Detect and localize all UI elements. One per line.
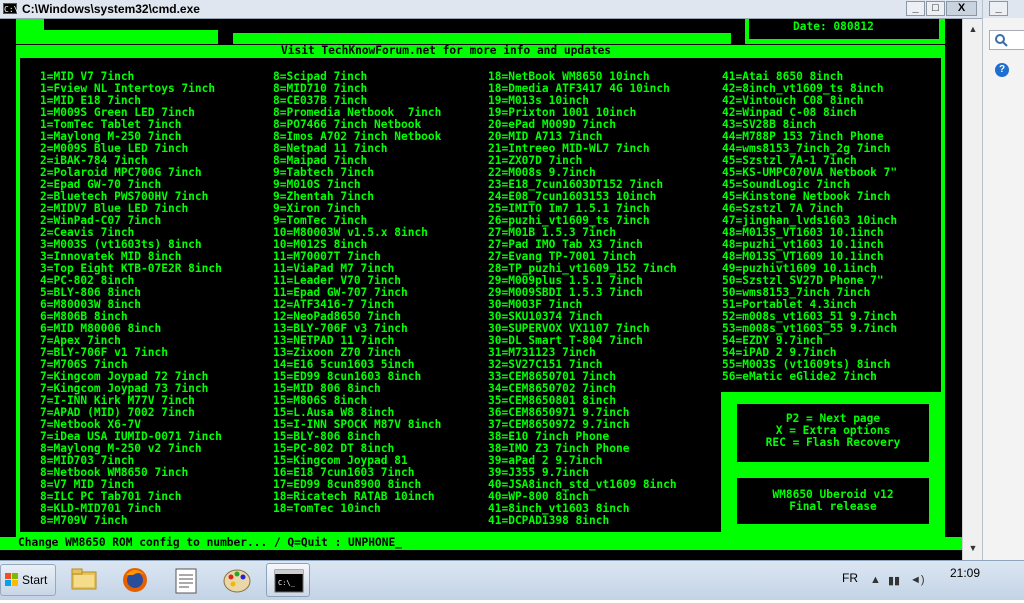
network-icon[interactable]: ▮▮ xyxy=(888,574,900,587)
device-list-box: 1=MID V7 7inch 1=Fview NL Intertoys 7inch… xyxy=(16,56,945,537)
tray-expand-icon[interactable]: ▲ xyxy=(870,574,881,586)
windows-logo-icon xyxy=(5,573,19,587)
notepad-icon xyxy=(175,568,197,594)
taskbar: Start C:\_ FR ▲ ▮▮ ◄) 21:09 xyxy=(0,560,1024,600)
volume-icon[interactable]: ◄) xyxy=(910,574,925,586)
device-entry: 56=eMatic eGlide2 7inch xyxy=(722,370,877,383)
date-box: Date: 080812 xyxy=(745,19,945,44)
clock[interactable]: 21:09 xyxy=(950,566,980,580)
device-entry: 18=TomTec 10inch xyxy=(273,502,381,515)
folder-icon xyxy=(71,568,97,590)
device-entry: 8=M709V 7inch xyxy=(40,514,128,527)
search-icon xyxy=(995,34,1008,47)
cmd-taskbar-icon: C:\_ xyxy=(274,569,304,593)
console-screen[interactable]: Date: 080812 Visit TechKnowForum.net for… xyxy=(0,19,962,560)
taskbar-notepad[interactable] xyxy=(164,563,208,597)
device-entry: 41=DCPAD1398 8inch xyxy=(488,514,610,527)
firefox-icon xyxy=(123,568,147,592)
top-bar-left xyxy=(16,19,218,44)
prompt-text: Change WM8650 ROM config to number... / … xyxy=(18,536,402,549)
taskbar-cmd[interactable]: C:\_ xyxy=(266,563,310,597)
device-column-3: 18=NetBook WM8650 10inch 18=Dmedia ATF341… xyxy=(488,71,677,527)
scroll-down-icon[interactable]: ▼ xyxy=(966,541,980,555)
svg-text:C:\_: C:\_ xyxy=(278,579,296,587)
device-column-2: 8=Scipad 7inch 8=MID710 7inch 8=CE037B 7in… xyxy=(273,71,441,515)
vertical-scrollbar[interactable]: ▲ ▼ xyxy=(962,19,982,560)
window-title: C:\Windows\system32\cmd.exe xyxy=(22,2,200,16)
close-button[interactable]: X xyxy=(946,1,977,16)
help-icon[interactable]: ? xyxy=(995,63,1009,77)
header-bar: Visit TechKnowForum.net for more info an… xyxy=(16,45,945,57)
cmd-window: C:\ C:\Windows\system32\cmd.exe _ □ X Da… xyxy=(0,0,982,560)
background-minimize-icon[interactable]: _ xyxy=(989,1,1008,16)
minimize-button[interactable]: _ xyxy=(906,1,925,16)
prompt-bar[interactable]: Change WM8650 ROM config to number... / … xyxy=(0,537,962,550)
taskbar-file-explorer[interactable] xyxy=(62,563,106,597)
options-panel: P2 = Next page X = Extra options REC = F… xyxy=(721,392,945,532)
search-field[interactable] xyxy=(989,30,1024,50)
background-window-titlebar: _ xyxy=(983,0,1024,18)
option-flash-recovery: REC = Flash Recovery xyxy=(765,436,901,449)
background-window: _ ? xyxy=(982,0,1024,560)
release-note: Final release xyxy=(789,500,877,513)
scroll-up-icon[interactable]: ▲ xyxy=(966,22,980,36)
start-label: Start xyxy=(22,573,48,587)
language-indicator[interactable]: FR xyxy=(842,571,858,585)
date-text: Date: 080812 xyxy=(793,20,874,33)
start-button[interactable]: Start xyxy=(0,564,56,596)
paint-palette-icon xyxy=(223,569,251,593)
taskbar-firefox[interactable] xyxy=(113,563,157,597)
device-column-4: 41=Atai 8650 8inch 42=8inch_vt1609_ts 8in… xyxy=(722,71,897,383)
taskbar-paint[interactable] xyxy=(215,563,259,597)
cmd-icon: C:\ xyxy=(3,3,19,14)
maximize-button[interactable]: □ xyxy=(926,1,945,16)
title-bar[interactable]: C:\ C:\Windows\system32\cmd.exe _ □ X xyxy=(0,0,982,19)
device-column-1: 1=MID V7 7inch 1=Fview NL Intertoys 7inch… xyxy=(40,71,222,527)
top-bar-middle xyxy=(233,33,731,44)
